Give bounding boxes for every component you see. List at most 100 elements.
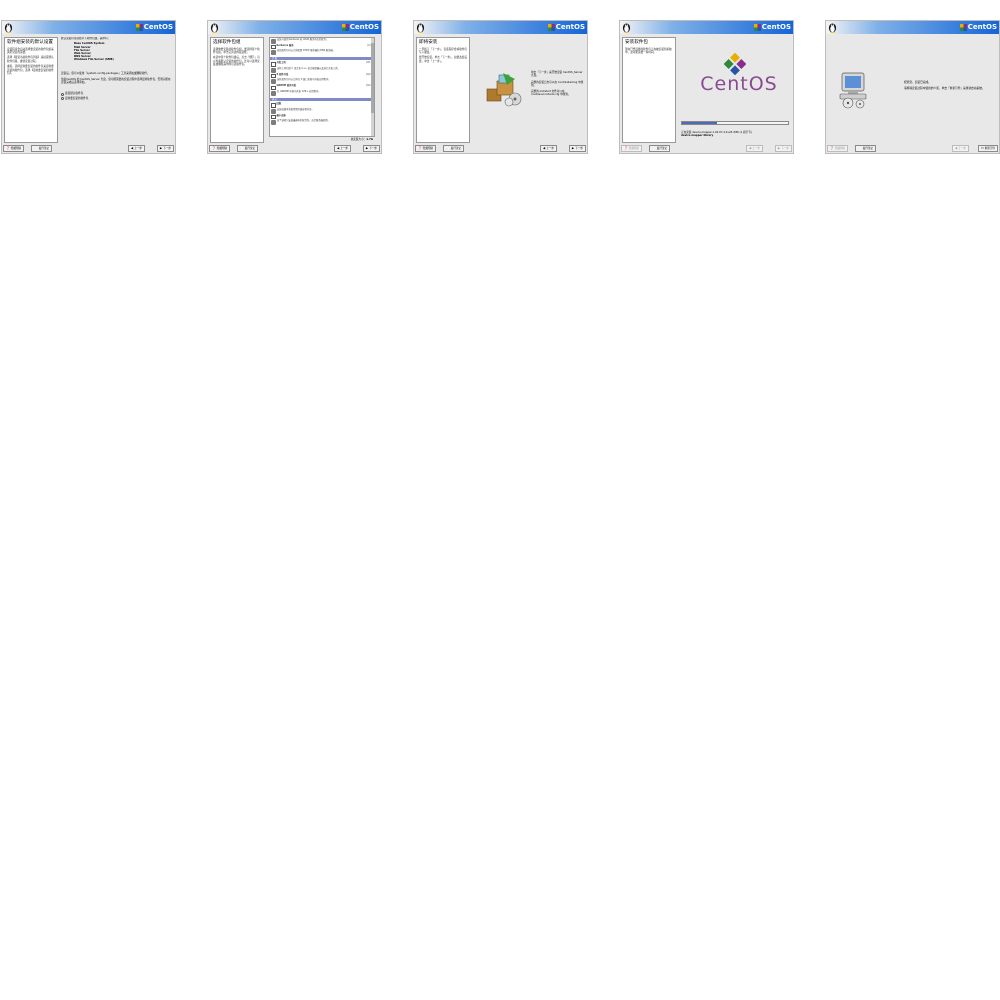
back-button[interactable]: ◀ 上一步 xyxy=(333,145,351,152)
total-size: 总安装大小：1.7G xyxy=(350,138,373,141)
centos-logo-icon xyxy=(135,23,143,31)
package-icon xyxy=(271,38,276,44)
header-banner: CentOS xyxy=(208,21,381,34)
notes-icon: 📄 xyxy=(652,146,656,150)
package-group-list[interactable]: 安装与使用 Kerberos 和 LDAP 服务有关的软件。 Kerberos … xyxy=(269,37,375,137)
help-icon: ❓ xyxy=(212,146,216,150)
list-item: 在 GNOME 环境中开发 GTK+ 应用程序。 xyxy=(270,90,374,97)
package-group-content: 安装与使用 Kerberos 和 LDAP 服务有关的软件。 Kerberos … xyxy=(267,37,379,143)
button-bar: ❓ 隐藏帮助 📄 发行注记 ◀ 上一步 ▶ 下一步 xyxy=(620,144,793,152)
help-icon: ❓ xyxy=(418,146,422,150)
checkbox[interactable] xyxy=(271,85,276,91)
radio-label: 定制要安装的软件包 xyxy=(65,96,89,100)
header-banner: CentOS xyxy=(826,21,999,34)
package-icon xyxy=(271,79,276,85)
scrollbar-thumb[interactable] xyxy=(371,43,374,113)
install-window-about-to-install: CentOS 即将安装 一旦按下「下一步」，安装程序会将软件包写入硬盘。 要开始… xyxy=(413,20,588,154)
group-list: Base CentOS System Mail Server File Serv… xyxy=(61,42,173,61)
status-text: device mapper library xyxy=(681,134,714,138)
centos-logo: CentOS xyxy=(959,22,997,32)
header-banner: CentOS xyxy=(414,21,587,34)
notes-icon: 📄 xyxy=(446,146,450,150)
tux-penguin-icon xyxy=(622,23,631,33)
help-paragraph: 选择【接受当前软件包列表】来接受默认软件包集，继续安装过程。 xyxy=(7,56,54,63)
accept-default-radio[interactable]: 接受默认软件包 xyxy=(61,92,173,96)
help-pane: 安装软件包 现在已经选择的软件包正在被安装到系统中，这可能需要一些时间。 xyxy=(622,37,676,143)
scrollbar[interactable] xyxy=(371,38,374,136)
next-button[interactable]: ▶ 下一步 xyxy=(156,145,174,152)
arrow-left-icon: ◀ xyxy=(130,146,134,150)
centos-wordmark: CentOS xyxy=(700,73,778,95)
help-title: 选择软件包组 xyxy=(213,40,241,45)
release-notes-button[interactable]: 📄 发行注记 xyxy=(443,145,465,152)
back-button[interactable]: ◀ 上一步 xyxy=(745,145,763,152)
hide-help-button[interactable]: ❓ 隐藏帮助 xyxy=(3,145,25,152)
list-item: 这个选项只安装最基本的软件包，适合服务器使用。 xyxy=(270,120,374,126)
hide-help-button[interactable]: ❓ 隐藏帮助 xyxy=(827,145,849,152)
arrow-left-icon: ◀ xyxy=(542,146,546,150)
notes-icon: 📄 xyxy=(858,146,862,150)
reboot-icon: ⏻ xyxy=(981,146,984,150)
arrow-left-icon: ◀ xyxy=(954,146,958,150)
logo-text: CentOS xyxy=(761,23,791,31)
list-item[interactable]: 这组软件包可以让你配置 DHCP 服务器和 DNS 服务器。 xyxy=(270,49,374,56)
arrow-right-icon: ▶ xyxy=(365,146,369,150)
arrow-right-icon: ▶ xyxy=(159,146,163,150)
centos-logo: CentOS xyxy=(135,22,173,32)
back-button[interactable]: ◀ 上一步 xyxy=(951,145,969,152)
progress-fill xyxy=(682,122,717,124)
completion-message: 祝贺您，安装已完成。 请移除安装过程中使用的介质，单击「重新引导」来重新启动系统… xyxy=(904,80,985,90)
checkbox[interactable] xyxy=(271,103,276,108)
arrow-left-icon: ◀ xyxy=(336,146,340,150)
tux-penguin-icon xyxy=(210,23,219,33)
help-paragraph: 安装程序会自动选择要安装的软件包组来满足常见的需要。 xyxy=(7,47,54,54)
install-boxes-icon xyxy=(486,73,522,107)
next-button[interactable]: ▶ 下一步 xyxy=(774,145,792,152)
next-button[interactable]: ▶ 下一步 xyxy=(362,145,380,152)
back-button[interactable]: ◀ 上一步 xyxy=(539,145,557,152)
hide-help-button[interactable]: ❓ 隐藏帮助 xyxy=(415,145,437,152)
logo-text: CentOS xyxy=(349,23,379,31)
radio-dot xyxy=(61,92,64,96)
tux-penguin-icon xyxy=(416,23,425,33)
back-button[interactable]: ◀ 上一步 xyxy=(127,145,145,152)
button-bar: ❓ 隐藏帮助 📄 发行注记 ◀ 上一步 ▶ 下一步 xyxy=(414,144,587,152)
package-icon xyxy=(271,91,276,97)
help-title: 安装软件包 xyxy=(625,40,648,45)
about-to-install-content: 单击「下一步」来开始安装 CentOS_Server 光盘。 完整的安装日志可以… xyxy=(473,37,585,143)
hide-help-button[interactable]: ❓ 隐藏帮助 xyxy=(621,145,643,152)
centos-logo: CentOS xyxy=(341,22,379,32)
release-notes-button[interactable]: 📄 发行注记 xyxy=(649,145,671,152)
install-window-installing-packages: CentOS 安装软件包 现在已经选择的软件包正在被安装到系统中，这可能需要一些… xyxy=(619,20,794,154)
checkbox[interactable] xyxy=(271,62,276,67)
help-paragraph: 要开始安装，单击「下一步」。如要改变设置，单击「上一步」。 xyxy=(419,56,467,63)
help-icon: ❓ xyxy=(6,146,10,150)
centos-logo: CentOS xyxy=(753,22,791,32)
notes-icon: 📄 xyxy=(240,146,244,150)
package-icon xyxy=(271,67,276,73)
reboot-button[interactable]: ⏻ 重新引导 xyxy=(978,145,998,152)
next-button[interactable]: ▶ 下一步 xyxy=(568,145,586,152)
installing-content: CentOS 正在安装 device-mapper-1.02.07-4.0.el… xyxy=(679,37,791,143)
list-item: Windows File Server (SMB) xyxy=(74,58,114,62)
logo-text: CentOS xyxy=(143,23,173,31)
intro-text: 默认安装环境包括以下软件包组，其中有： xyxy=(61,37,111,40)
help-title: 软件组安装的默认设置 xyxy=(7,40,53,45)
install-progress-bar xyxy=(681,121,789,125)
release-notes-button[interactable]: 📄 发行注记 xyxy=(31,145,53,152)
tux-penguin-icon xyxy=(4,23,13,33)
checkbox[interactable] xyxy=(271,114,276,120)
centos-logo-icon xyxy=(753,23,761,31)
release-notes-button[interactable]: 📄 发行注记 xyxy=(237,145,259,152)
help-paragraph: 现在已经选择的软件包正在被安装到系统中，这可能需要一些时间。 xyxy=(625,47,672,54)
release-notes-button[interactable]: 📄 发行注记 xyxy=(855,145,877,152)
help-paragraph: 在选中某个软件包组后，点击「细节」可以查看默认安装的软件包，还可以选择安装或删除… xyxy=(213,56,260,67)
customize-radio[interactable]: 定制要安装的软件包 xyxy=(61,97,173,100)
centos-emblem-icon xyxy=(724,53,746,75)
button-bar: ❓ 隐藏帮助 📄 发行注记 ◀ 上一步 ▶ 下一步 xyxy=(2,144,175,152)
help-icon: ❓ xyxy=(830,146,834,150)
checkbox[interactable] xyxy=(271,44,276,50)
hide-help-button[interactable]: ❓ 隐藏帮助 xyxy=(209,145,231,152)
checkbox[interactable] xyxy=(271,73,276,79)
package-icon xyxy=(271,120,276,126)
